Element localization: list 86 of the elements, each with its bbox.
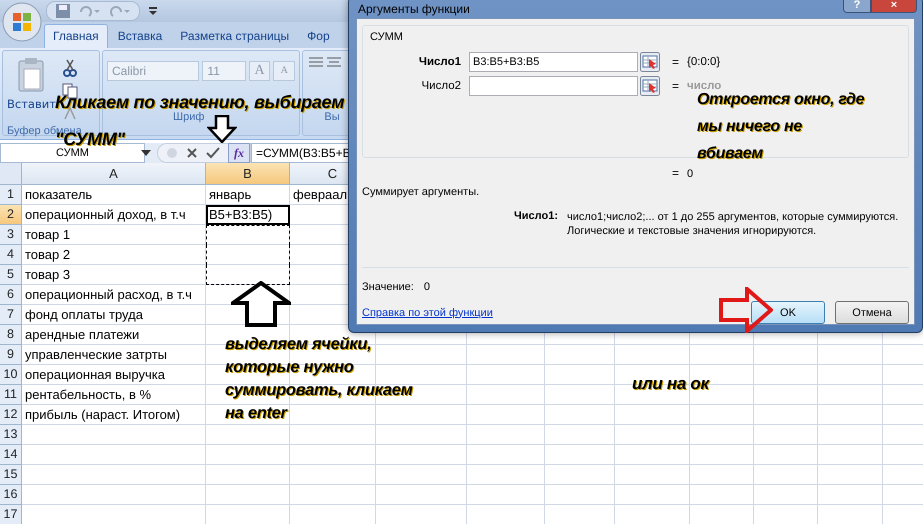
help-link[interactable]: Справка по этой функции <box>362 306 493 318</box>
group-label: Шриф <box>172 111 206 125</box>
table-cell-text: товар 1 <box>24 226 72 244</box>
dot-icon <box>166 147 178 159</box>
close-button[interactable]: × <box>871 0 917 13</box>
cancel-button[interactable]: Отмена <box>835 301 909 324</box>
ribbon-tab[interactable]: Вставка <box>110 25 170 48</box>
down-arrow-icon <box>207 115 237 143</box>
row-header[interactable]: 15 <box>0 465 22 485</box>
scissors-icon[interactable] <box>62 59 78 77</box>
value-text: 0 <box>424 281 430 293</box>
argument-field[interactable]: B3:B5+B3:B5 <box>469 52 638 72</box>
row-header[interactable]: 10 <box>0 365 22 385</box>
row-header[interactable]: 6 <box>0 285 22 305</box>
function-description: Суммирует аргументы. <box>362 186 480 198</box>
argument-field[interactable] <box>469 76 638 96</box>
row-header[interactable]: 7 <box>0 305 22 325</box>
equals-sign: = <box>672 166 680 180</box>
argument-result: {0:0:0} <box>687 56 720 68</box>
insert-function-button[interactable]: fx <box>228 143 250 163</box>
table-cell-text: прибыль (нараст. Итогом) <box>24 406 182 424</box>
row-header[interactable]: 1 <box>0 185 22 205</box>
annotation-text: мы ничего не <box>697 117 802 137</box>
row-header[interactable]: 3 <box>0 225 22 245</box>
table-cell-text: фонд оплаты труда <box>24 306 144 324</box>
annotation-text: выделяем ячейки, <box>225 334 372 355</box>
table-cell-text: операционный доход, в т.ч <box>24 206 187 224</box>
row-header[interactable]: 13 <box>0 425 22 445</box>
save-icon[interactable] <box>55 3 71 19</box>
group-label: Вы <box>324 111 340 125</box>
table-cell-text: январь <box>208 186 252 204</box>
row-header[interactable]: 5 <box>0 265 22 285</box>
clipboard-icon <box>16 57 46 93</box>
table-cell-text: операционная выручка <box>24 366 166 384</box>
table-cell-text: арендные платежи <box>24 326 140 344</box>
marked-cell[interactable] <box>206 225 290 245</box>
argument-label: Число2 <box>420 80 462 92</box>
table-cell-text: рентабельность, в % <box>24 386 152 404</box>
annotation-text: вбиваем <box>697 144 763 164</box>
row-header[interactable]: 8 <box>0 325 22 345</box>
marked-cell[interactable] <box>206 245 290 265</box>
check-icon[interactable] <box>206 147 220 159</box>
annotation-text: которые нужно <box>225 357 354 378</box>
align-icon[interactable] <box>307 55 343 69</box>
row-header[interactable]: 17 <box>0 505 22 524</box>
dropdown-icon[interactable] <box>141 150 151 156</box>
row-header[interactable]: 11 <box>0 385 22 405</box>
row-header[interactable]: 12 <box>0 405 22 425</box>
annotation-text: или на ок <box>632 373 709 395</box>
table-cell-text: показатель <box>24 186 94 204</box>
row-header[interactable]: 9 <box>0 345 22 365</box>
right-arrow-icon <box>719 287 773 333</box>
ok-button[interactable]: OK <box>751 301 825 324</box>
argument-result: число <box>687 80 722 92</box>
argument-label: Число1 <box>418 56 462 68</box>
paste-button[interactable]: Вставит <box>7 55 56 121</box>
row-header[interactable]: 14 <box>0 445 22 465</box>
table-cell-text: товар 2 <box>24 246 72 264</box>
argument-description: число1;число2;... от 1 до 255 аргументов, которые суммируются. Логические и текстовые значения игнорируются. <box>567 210 898 238</box>
table-cell-text: операционный расход, в т.ч <box>24 286 193 304</box>
dialog-title: Аргументы функции <box>357 2 470 16</box>
annotation-text: Кликаем по значению, выбираем <box>55 94 344 111</box>
table-cell-text: товар 3 <box>24 266 72 284</box>
annotation-text: суммировать, кликаем <box>225 380 413 401</box>
customize-icon[interactable] <box>148 6 158 16</box>
cancel-icon[interactable] <box>186 147 198 159</box>
value-label: Значение: <box>362 281 414 293</box>
row-header[interactable]: 16 <box>0 485 22 505</box>
ribbon-tab[interactable]: Разметка страницы <box>172 25 298 48</box>
row-header[interactable]: 2 <box>0 205 22 225</box>
row-header[interactable]: 4 <box>0 245 22 265</box>
equals-sign: = <box>672 79 680 93</box>
up-arrow-icon <box>231 281 291 327</box>
argument-name: Число1: <box>513 210 559 224</box>
column-header[interactable]: B <box>206 163 290 185</box>
annotation-text: на enter <box>225 403 287 424</box>
function-name: СУММ <box>370 31 404 43</box>
ribbon-tab[interactable]: Главная <box>44 24 108 48</box>
column-header[interactable]: A <box>22 163 206 185</box>
formula-result: 0 <box>687 168 694 180</box>
table-cell-text: управленческие затрты <box>24 346 168 364</box>
equals-sign: = <box>672 55 680 69</box>
collapse-dialog-icon[interactable] <box>640 76 660 96</box>
collapse-dialog-icon[interactable] <box>640 52 660 72</box>
table-cell: B5+B3:B5) <box>206 205 290 225</box>
ribbon-tab[interactable]: Фор <box>299 25 338 48</box>
